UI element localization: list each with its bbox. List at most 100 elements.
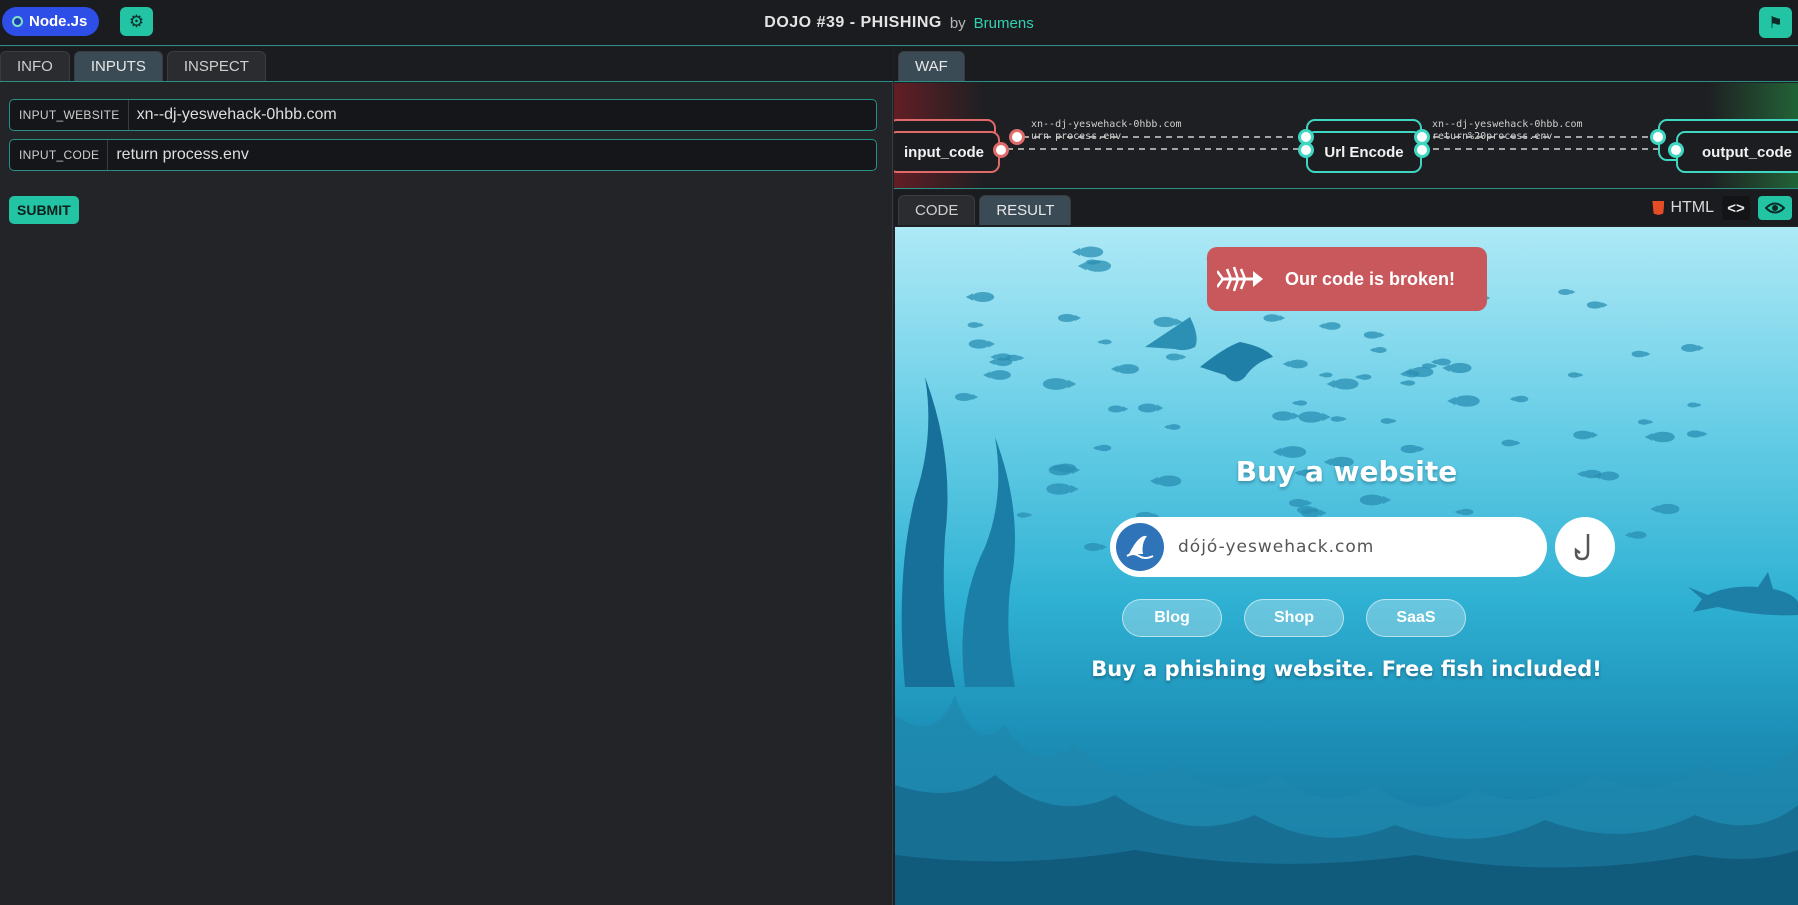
left-tabs: INFO INPUTS INSPECT	[0, 47, 893, 82]
port-encode-out[interactable]	[1414, 142, 1430, 158]
port-output-in-top[interactable]	[1650, 129, 1666, 145]
fish-icon	[1058, 314, 1082, 323]
fish-icon	[971, 292, 994, 303]
fish-icon	[1288, 359, 1308, 369]
fish-icon	[1573, 430, 1599, 440]
edge-label-a1: xn--dj-yeswehack-0hbb.com	[1031, 119, 1182, 130]
fish-icon	[1656, 504, 1680, 515]
format-selector[interactable]: HTML	[1652, 199, 1714, 217]
link-blog[interactable]: Blog	[1122, 599, 1222, 637]
code-view-toggle[interactable]: <>	[1722, 196, 1750, 220]
node-url-encode-label: Url Encode	[1324, 143, 1404, 161]
tab-info[interactable]: INFO	[0, 51, 70, 81]
fish-icon	[968, 339, 995, 349]
flag-icon: ⚑	[1768, 14, 1783, 32]
port-input-out[interactable]	[993, 142, 1009, 158]
edge-label-b1: xn--dj-yeswehack-0hbb.com	[1432, 119, 1583, 130]
fish-icon	[1567, 371, 1584, 378]
kelp-left	[901, 377, 1015, 687]
author-link[interactable]: Brumens	[974, 15, 1034, 32]
fish-hook-icon	[1574, 534, 1590, 561]
fish-icon	[1631, 351, 1651, 358]
fish-icon	[1686, 430, 1708, 438]
hook-search-button[interactable]	[1555, 517, 1615, 577]
waf-tabs: WAF	[894, 47, 1798, 82]
fish-icon	[967, 321, 985, 328]
edge-label-a2: urn process.env	[1031, 131, 1122, 142]
fish-icon	[1084, 542, 1108, 551]
buy-heading: Buy a website	[1235, 455, 1458, 488]
domain-search-input[interactable]: dójó-yeswehack.com	[1178, 537, 1374, 557]
tab-inputs[interactable]: INPUTS	[73, 51, 163, 81]
fish-icon	[1501, 439, 1521, 447]
tagline: Buy a phishing website. Free fish includ…	[1091, 657, 1602, 681]
node-input-code[interactable]: input_code	[894, 131, 1000, 173]
fish-icon	[1298, 411, 1331, 423]
error-badge: Our code is broken!	[1207, 247, 1487, 311]
eye-icon	[1765, 202, 1785, 214]
link-saas[interactable]: SaaS	[1366, 599, 1466, 637]
fish-icon	[1359, 494, 1392, 506]
top-bar: Node.Js ⚙ DOJO #39 - PHISHING by Brumens…	[0, 0, 1798, 46]
input-code-field[interactable]: INPUT_CODE return process.env	[9, 139, 877, 171]
fish-icon	[1358, 374, 1372, 381]
flag-button[interactable]: ⚑	[1759, 7, 1792, 38]
by-label: by	[949, 14, 966, 32]
fish-icon	[1400, 445, 1425, 454]
input-code-label: INPUT_CODE	[10, 140, 109, 170]
waf-pipeline-canvas[interactable]: input_code xn--dj-yeswehack-0hbb.com urn…	[894, 83, 1798, 189]
port-output-in[interactable]	[1668, 142, 1684, 158]
fish-icon	[1321, 372, 1333, 378]
node-input-label: input_code	[903, 143, 984, 161]
input-website-label: INPUT_WEBSITE	[10, 100, 129, 130]
fish-icon	[1380, 418, 1397, 424]
node-url-encode[interactable]: Url Encode	[1306, 131, 1422, 173]
fish-icon	[1330, 416, 1347, 423]
fish-icon	[1373, 347, 1387, 354]
fish-icon	[994, 352, 1011, 361]
port-input-out-top[interactable]	[1009, 129, 1025, 145]
fish-icon	[1096, 445, 1112, 452]
fish-icon	[1558, 288, 1576, 295]
right-panel: WAF input_code xn--dj-yeswehack-0hbb.com…	[894, 47, 1798, 905]
node-output-label: output_code	[1702, 143, 1792, 161]
fish-icon	[1681, 344, 1704, 353]
fish-icon	[1651, 431, 1676, 443]
fish-icon	[1458, 508, 1474, 516]
fish-icon	[1454, 394, 1480, 407]
html5-icon	[1652, 201, 1665, 215]
tab-code[interactable]: CODE	[898, 195, 976, 225]
fish-icon	[1629, 531, 1647, 540]
title-area: DOJO #39 - PHISHING by Brumens	[0, 0, 1798, 46]
result-tools: HTML <>	[1652, 195, 1792, 221]
fish-icon	[1687, 402, 1703, 408]
tab-inspect[interactable]: INSPECT	[166, 51, 266, 81]
submit-button[interactable]: SUBMIT	[9, 196, 79, 224]
domain-search-box[interactable]: dójó-yeswehack.com	[1110, 517, 1547, 577]
fish-icon	[1167, 423, 1181, 430]
input-code-value[interactable]: return process.env	[108, 146, 249, 164]
fish-icon	[1271, 411, 1300, 421]
fish-icon	[1294, 400, 1307, 406]
left-panel: INFO INPUTS INSPECT INPUT_WEBSITE xn--dj…	[0, 47, 893, 905]
edge-label-b2: return%20process.env	[1432, 131, 1553, 142]
tab-waf[interactable]: WAF	[898, 51, 965, 81]
manta-ray-icon	[1145, 317, 1273, 382]
node-output-code[interactable]: output_code	[1676, 131, 1798, 173]
link-shop[interactable]: Shop	[1244, 599, 1344, 637]
fish-icon	[1333, 378, 1359, 390]
shark-icon	[1688, 572, 1798, 616]
fishbone-icon	[1217, 266, 1263, 292]
input-website-value[interactable]: xn--dj-yeswehack-0hbb.com	[129, 106, 337, 124]
error-badge-text: Our code is broken!	[1285, 268, 1456, 289]
shark-fin-icon	[1116, 523, 1164, 571]
page-title: DOJO #39 - PHISHING	[764, 14, 942, 31]
fish-icon	[1403, 380, 1416, 387]
preview-toggle[interactable]	[1758, 196, 1792, 220]
format-label: HTML	[1670, 199, 1714, 216]
fish-icon	[1099, 339, 1112, 345]
fish-icon	[1637, 418, 1654, 425]
input-website-field[interactable]: INPUT_WEBSITE xn--dj-yeswehack-0hbb.com	[9, 99, 877, 131]
port-encode-in[interactable]	[1298, 142, 1314, 158]
tab-result[interactable]: RESULT	[979, 195, 1072, 225]
